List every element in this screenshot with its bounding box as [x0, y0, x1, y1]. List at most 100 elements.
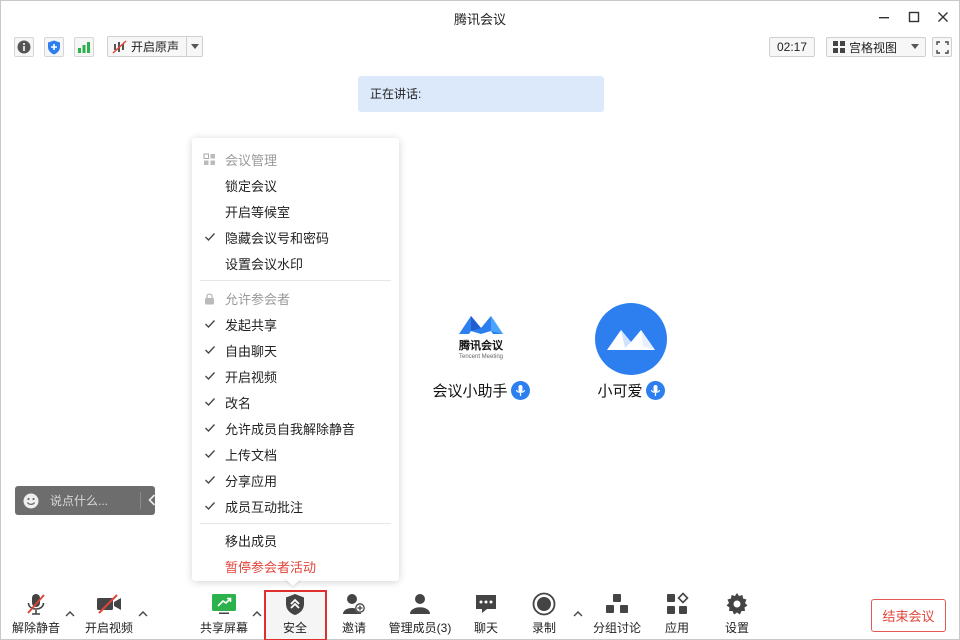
chevron-left-icon	[148, 494, 156, 506]
breakout-rooms-icon	[606, 594, 628, 613]
network-status-button[interactable]	[74, 37, 94, 57]
menu-item-allow-self-unmute[interactable]: 允许成员自我解除静音	[192, 417, 399, 439]
minimize-button[interactable]	[873, 7, 895, 27]
share-options-caret[interactable]	[251, 609, 263, 619]
audio-options-caret[interactable]	[64, 609, 76, 619]
close-icon	[938, 12, 948, 22]
security-button[interactable]: 安全	[271, 589, 319, 639]
share-screen-icon	[212, 594, 236, 614]
record-options-caret[interactable]	[572, 609, 584, 619]
view-mode-label: 宫格视图	[849, 40, 898, 55]
unmute-button[interactable]: 解除静音	[12, 589, 60, 639]
security-status-button[interactable]	[44, 37, 64, 57]
tencent-meeting-logo: 腾讯会议 Tencent Meeting	[441, 301, 521, 371]
menu-item-allow-video[interactable]: 开启视频	[192, 365, 399, 387]
shield-icon	[286, 593, 304, 615]
chat-button[interactable]: 聊天	[462, 589, 510, 639]
checkmark-icon	[205, 398, 215, 406]
menu-item-allow-chat[interactable]: 自由聊天	[192, 339, 399, 361]
signal-bars-icon	[78, 42, 90, 53]
minimize-icon	[879, 17, 889, 19]
emoji-icon	[23, 493, 39, 508]
start-video-button[interactable]: 开启视频	[85, 589, 133, 639]
microphone-muted-icon	[27, 594, 45, 615]
participant-tile[interactable]: 小可爱	[581, 301, 681, 400]
checkmark-icon	[205, 502, 215, 510]
chevron-down-icon	[190, 44, 199, 49]
chevron-up-icon	[65, 611, 75, 617]
gear-icon	[726, 593, 748, 615]
menu-item-pause-activity[interactable]: 暂停参会者活动	[192, 555, 399, 577]
menu-item-hide-meeting-id[interactable]: 隐藏会议号和密码	[192, 226, 399, 248]
meeting-toolbar: 开启原声 02:17 宫格视图	[1, 34, 959, 60]
menu-item-remove-member[interactable]: 移出成员	[192, 529, 399, 551]
checkmark-icon	[205, 372, 215, 380]
original-sound-label: 开启原声	[131, 40, 180, 54]
menu-item-allow-share[interactable]: 发起共享	[192, 313, 399, 335]
checkmark-icon	[205, 424, 215, 432]
menu-section-meeting-management: 会议管理	[192, 148, 399, 170]
participant-tile[interactable]: 腾讯会议 Tencent Meeting 会议小助手	[421, 301, 541, 400]
maximize-button[interactable]	[903, 7, 925, 27]
meeting-timer: 02:17	[769, 37, 815, 57]
checkmark-icon	[205, 233, 215, 241]
chevron-up-icon	[138, 611, 148, 617]
menu-item-allow-share-apps[interactable]: 分享应用	[192, 469, 399, 491]
chat-input-placeholder: 说点什么...	[50, 494, 109, 508]
mic-icon	[645, 381, 665, 400]
original-sound-toggle[interactable]: 开启原声	[107, 36, 203, 57]
menu-item-waiting-room[interactable]: 开启等候室	[192, 200, 399, 222]
share-screen-button[interactable]: 共享屏幕	[200, 589, 248, 639]
view-mode-selector[interactable]: 宫格视图	[826, 37, 926, 57]
lock-icon	[205, 293, 214, 305]
manage-members-button[interactable]: 管理成员(3)	[387, 589, 453, 639]
video-options-caret[interactable]	[137, 609, 149, 619]
logo-text: 腾讯会议	[459, 340, 503, 352]
meeting-window: 腾讯会议 开启原声 02:17 宫格视图 正在讲话: 腾讯会议 Tencent …	[0, 0, 960, 640]
logo-subtext: Tencent Meeting	[458, 354, 504, 360]
end-meeting-button[interactable]: 结束会议	[871, 599, 946, 632]
participant-name-row: 小可爱	[581, 380, 681, 401]
record-button[interactable]: 录制	[520, 589, 568, 639]
apps-icon	[667, 592, 689, 614]
menu-item-watermark[interactable]: 设置会议水印	[192, 252, 399, 274]
menu-item-allow-rename[interactable]: 改名	[192, 391, 399, 413]
original-sound-dropdown[interactable]	[186, 37, 202, 56]
menu-item-lock-meeting[interactable]: 锁定会议	[192, 174, 399, 196]
menu-item-allow-upload-docs[interactable]: 上传文档	[192, 443, 399, 465]
meeting-info-button[interactable]	[14, 37, 34, 57]
tencent-meeting-logo-icon	[459, 316, 503, 334]
active-speaker-banner: 正在讲话:	[358, 76, 604, 112]
mic-icon	[510, 381, 530, 400]
window-title: 腾讯会议	[453, 12, 506, 27]
chevron-down-icon	[911, 44, 919, 49]
checkmark-icon	[205, 476, 215, 484]
grid-view-icon	[833, 41, 845, 53]
chevron-up-icon	[252, 611, 262, 617]
fullscreen-button[interactable]	[932, 37, 952, 57]
menu-item-allow-annotation[interactable]: 成员互动批注	[192, 495, 399, 517]
apps-button[interactable]: 应用	[653, 589, 701, 639]
participant-name: 小可爱	[597, 383, 643, 400]
avatar	[595, 303, 667, 375]
chat-quick-input[interactable]: 说点什么...	[15, 486, 156, 515]
divider	[140, 492, 141, 509]
info-icon	[17, 40, 31, 54]
security-menu: 会议管理 锁定会议 开启等候室 隐藏会议号和密码 设置会议水印 允许参会者 发起…	[192, 138, 399, 581]
checkmark-icon	[205, 450, 215, 458]
invite-button[interactable]: 邀请	[330, 589, 378, 639]
participant-name-row: 会议小助手	[421, 380, 541, 401]
members-icon	[410, 594, 430, 614]
chat-icon	[476, 595, 496, 613]
menu-pointer	[283, 577, 303, 586]
bottom-toolbar: 解除静音 开启视频 共享屏幕 安全 邀请 管理成员(3) 聊天 录制 分组讨论 …	[1, 589, 959, 640]
tencent-meeting-logo-icon	[607, 330, 655, 350]
fullscreen-icon	[935, 40, 949, 54]
menu-divider	[200, 280, 391, 281]
participant-name: 会议小助手	[432, 383, 508, 400]
close-button[interactable]	[932, 7, 954, 27]
title-bar: 腾讯会议	[1, 1, 959, 34]
settings-button[interactable]: 设置	[713, 589, 761, 639]
shield-icon	[48, 40, 60, 54]
breakout-rooms-button[interactable]: 分组讨论	[592, 589, 642, 639]
